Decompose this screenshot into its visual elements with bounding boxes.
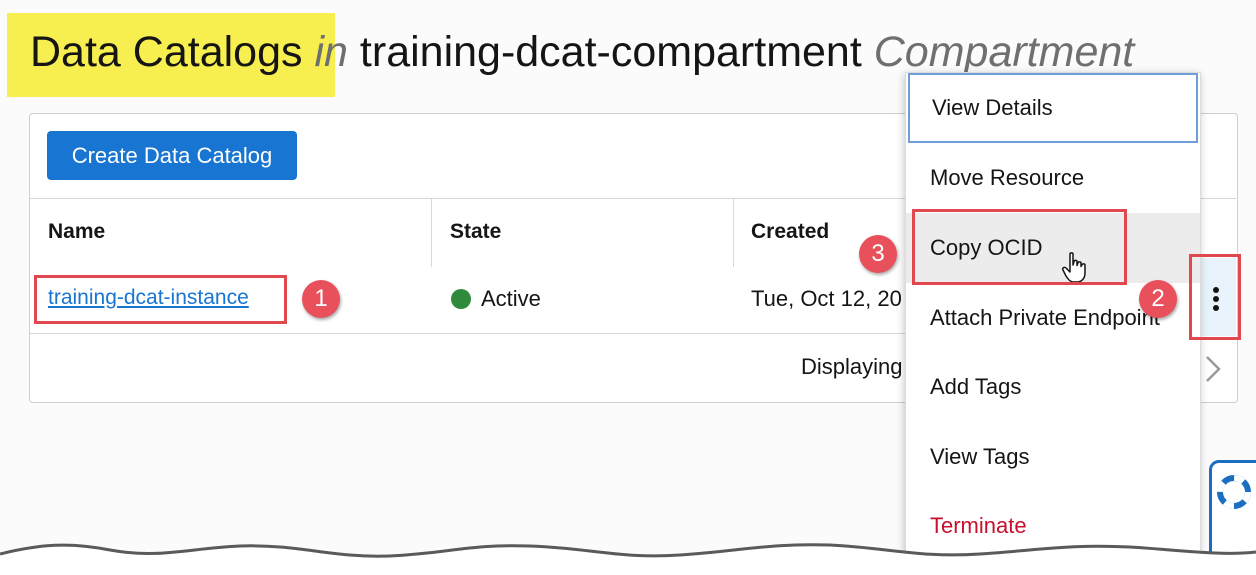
annotation-marker-3: 3	[859, 235, 897, 273]
page-title: Data Catalogs in training-dcat-compartmen…	[30, 26, 1134, 78]
annotation-marker-2: 2	[1139, 280, 1177, 318]
status-active-icon	[451, 289, 471, 309]
status-text: Active	[481, 286, 541, 311]
annotation-box-actions	[1189, 254, 1241, 340]
chevron-right-icon[interactable]	[1202, 355, 1224, 383]
create-data-catalog-button[interactable]: Create Data Catalog	[47, 131, 297, 180]
compartment-name: training-dcat-compartment	[359, 28, 862, 76]
menu-item-move-resource[interactable]: Move Resource	[906, 143, 1200, 213]
annotation-box-copy-ocid	[912, 209, 1127, 285]
paging-status: Displaying	[801, 354, 903, 379]
page-title-text: Data Catalogs	[30, 28, 303, 76]
column-header-state[interactable]: State	[450, 199, 501, 267]
row-actions-menu: View Details Move Resource Copy OCID Att…	[905, 72, 1201, 574]
column-divider	[431, 199, 432, 267]
title-connector: in	[314, 28, 348, 76]
annotation-box-catalog-link	[34, 275, 287, 324]
menu-item-view-tags[interactable]: View Tags	[906, 422, 1200, 492]
menu-item-view-details[interactable]: View Details	[908, 73, 1198, 143]
column-header-created[interactable]: Created	[751, 199, 829, 267]
column-divider	[733, 199, 734, 267]
compartment-suffix: Compartment	[873, 28, 1135, 76]
created-date: Tue, Oct 12, 20	[751, 286, 902, 311]
menu-item-add-tags[interactable]: Add Tags	[906, 352, 1200, 422]
lifebuoy-icon	[1217, 475, 1251, 509]
torn-edge	[0, 543, 1256, 575]
annotation-marker-1: 1	[302, 280, 340, 318]
column-header-name[interactable]: Name	[48, 199, 105, 267]
